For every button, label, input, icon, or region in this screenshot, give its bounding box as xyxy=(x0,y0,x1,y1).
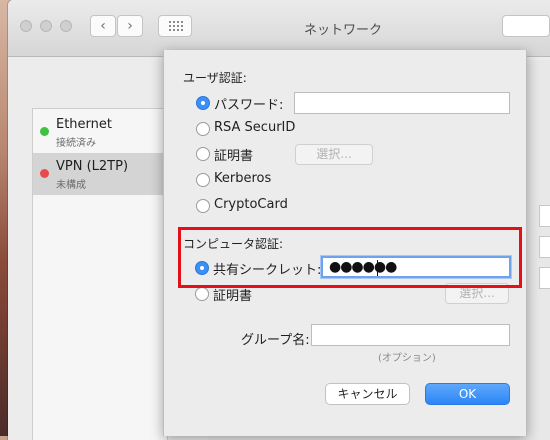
machine-auth-heading: コンピュータ認証: xyxy=(183,237,284,251)
service-item-vpn[interactable]: VPN (L2TP) 未構成 xyxy=(33,153,169,195)
user-auth-heading: ユーザ認証: xyxy=(183,71,247,85)
kerberos-radio-label: Kerberos xyxy=(214,171,272,186)
rsa-securid-radio[interactable] xyxy=(196,122,210,136)
certificate-radio[interactable] xyxy=(196,147,210,161)
background-field xyxy=(539,267,550,289)
network-service-list: Ethernet 接続済み VPN (L2TP) 未構成 xyxy=(32,108,169,440)
text-caret xyxy=(377,260,378,276)
service-status: 接続済み xyxy=(56,138,96,149)
password-input[interactable] xyxy=(294,92,510,114)
rsa-securid-radio-label: RSA SecurID xyxy=(214,120,296,135)
cryptocard-radio[interactable] xyxy=(196,199,210,213)
status-dot xyxy=(40,169,49,178)
service-name: VPN (L2TP) xyxy=(56,159,129,174)
ok-button[interactable]: OK xyxy=(425,383,510,405)
cancel-button[interactable]: キャンセル xyxy=(325,383,410,405)
cryptocard-radio-label: CryptoCard xyxy=(214,197,288,212)
service-item-ethernet[interactable]: Ethernet 接続済み xyxy=(33,111,169,153)
service-name: Ethernet xyxy=(56,117,112,132)
title-bar: ‹ › ネットワーク xyxy=(8,0,550,57)
service-status: 未構成 xyxy=(56,180,86,191)
shared-secret-radio[interactable] xyxy=(195,261,209,275)
password-radio[interactable] xyxy=(196,96,210,110)
user-cert-select-button[interactable]: 選択... xyxy=(295,144,373,165)
authentication-settings-sheet: ユーザ認証: パスワード: RSA SecurID 証明書 選択... Kerb… xyxy=(163,50,527,436)
group-name-input[interactable] xyxy=(311,324,510,346)
status-dot xyxy=(40,127,49,136)
search-field[interactable] xyxy=(502,15,550,37)
optional-hint: (オプション) xyxy=(378,353,436,364)
machine-cert-select-button[interactable]: 選択... xyxy=(445,283,509,304)
group-name-label: グループ名: xyxy=(241,333,310,348)
window-title: ネットワーク xyxy=(303,23,382,38)
certificate-radio-label: 証明書 xyxy=(214,149,254,164)
background-field xyxy=(539,236,550,258)
machine-certificate-radio-label: 証明書 xyxy=(213,289,253,304)
background-field xyxy=(539,205,550,227)
machine-certificate-radio[interactable] xyxy=(195,287,209,301)
kerberos-radio[interactable] xyxy=(196,173,210,187)
shared-secret-radio-label: 共有シークレット: xyxy=(213,263,322,278)
shared-secret-input[interactable]: ●●●●●● xyxy=(321,256,511,278)
password-radio-label: パスワード: xyxy=(214,98,284,113)
shared-secret-value: ●●●●●● xyxy=(329,259,397,275)
